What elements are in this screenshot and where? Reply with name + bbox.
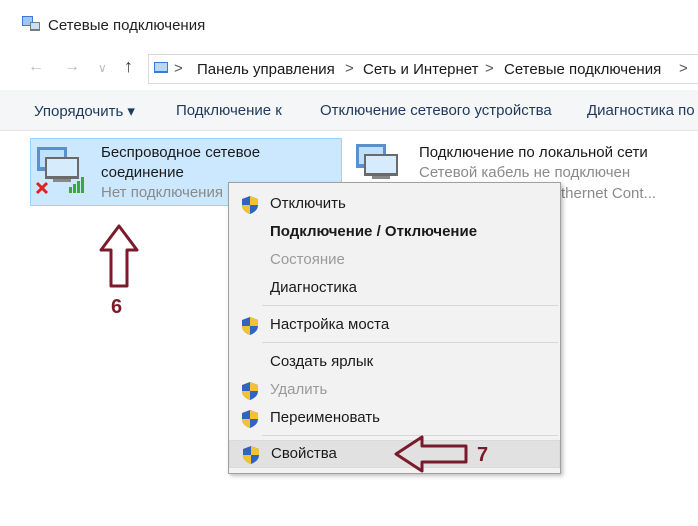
annotation-step-6: 6 xyxy=(111,296,123,318)
menu-item-label: Отключить xyxy=(270,195,346,212)
wireless-adapter-icon xyxy=(35,147,84,195)
menu-separator xyxy=(262,305,558,306)
control-panel-icon xyxy=(154,62,168,73)
up-button[interactable]: ↑ xyxy=(124,56,133,77)
uac-shield-icon xyxy=(242,382,258,400)
diagnose-button[interactable]: Диагностика по xyxy=(587,102,695,119)
menu-item-label: Состояние xyxy=(270,251,345,268)
menu-item-rename[interactable]: Переименовать xyxy=(229,405,560,431)
menu-item-connect-disconnect[interactable]: Подключение / Отключение xyxy=(229,219,560,245)
menu-item-diagnose[interactable]: Диагностика xyxy=(229,275,560,301)
menu-item-label: Удалить xyxy=(270,381,328,398)
menu-item-label: Создать ярлык xyxy=(270,353,374,370)
breadcrumb-separator: > xyxy=(679,60,688,77)
menu-item-label: Переименовать xyxy=(270,409,380,426)
breadcrumb-network-internet[interactable]: Сеть и Интернет xyxy=(363,61,479,78)
wireless-connection-name: Беспроводное сетевое xyxy=(101,144,261,161)
wireless-connection-status: Нет подключения xyxy=(101,184,223,201)
uac-shield-icon xyxy=(243,446,259,464)
command-bar: Упорядочить ▾ Подключение к Отключение с… xyxy=(0,90,698,131)
title-bar: Сетевые подключения xyxy=(0,0,698,50)
menu-item-label: Свойства xyxy=(271,445,337,462)
address-row: ← → ∨ ↑ > Панель управления > Сеть и Инт… xyxy=(0,50,698,86)
local-connection-name: Подключение по локальной сети xyxy=(419,144,648,161)
menu-item-label: Подключение / Отключение xyxy=(270,223,478,240)
menu-separator xyxy=(262,342,558,343)
menu-item-delete: Удалить xyxy=(229,377,560,403)
annotation-step-7: 7 xyxy=(477,444,489,466)
menu-item-label: Настройка моста xyxy=(270,316,390,333)
disable-device-button[interactable]: Отключение сетевого устройства xyxy=(320,102,552,119)
menu-item-create-shortcut[interactable]: Создать ярлык xyxy=(229,349,560,375)
organize-button[interactable]: Упорядочить ▾ xyxy=(34,102,135,120)
menu-item-label: Диагностика xyxy=(270,279,357,296)
wireless-connection-name-line2: соединение xyxy=(101,164,184,181)
local-connection-device: thernet Cont... xyxy=(561,185,657,202)
breadcrumb-network-connections[interactable]: Сетевые подключения xyxy=(504,61,661,78)
breadcrumb-control-panel[interactable]: Панель управления xyxy=(197,61,335,78)
connect-to-button[interactable]: Подключение к xyxy=(176,102,282,119)
forward-button[interactable]: → xyxy=(64,58,80,76)
back-button[interactable]: ← xyxy=(28,58,44,76)
uac-shield-icon xyxy=(242,410,258,428)
uac-shield-icon xyxy=(242,317,258,335)
context-menu: Отключить Подключение / Отключение Состо… xyxy=(228,182,561,474)
breadcrumb-separator: > xyxy=(485,60,494,77)
recent-locations-button[interactable]: ∨ xyxy=(98,61,107,75)
network-connections-icon xyxy=(22,16,40,31)
menu-item-status: Состояние xyxy=(229,247,560,273)
window-title: Сетевые подключения xyxy=(48,17,206,34)
uac-shield-icon xyxy=(242,196,258,214)
menu-item-disable[interactable]: Отключить xyxy=(229,191,560,217)
address-bar[interactable]: > Панель управления > Сеть и Интернет > … xyxy=(148,54,698,84)
breadcrumb-separator: > xyxy=(174,60,183,77)
annotation-arrow-up xyxy=(99,224,139,288)
menu-item-bridge[interactable]: Настройка моста xyxy=(229,312,560,338)
annotation-arrow-left xyxy=(394,435,468,473)
local-connection-status: Сетевой кабель не подключен xyxy=(419,164,631,181)
breadcrumb-separator: > xyxy=(345,60,354,77)
